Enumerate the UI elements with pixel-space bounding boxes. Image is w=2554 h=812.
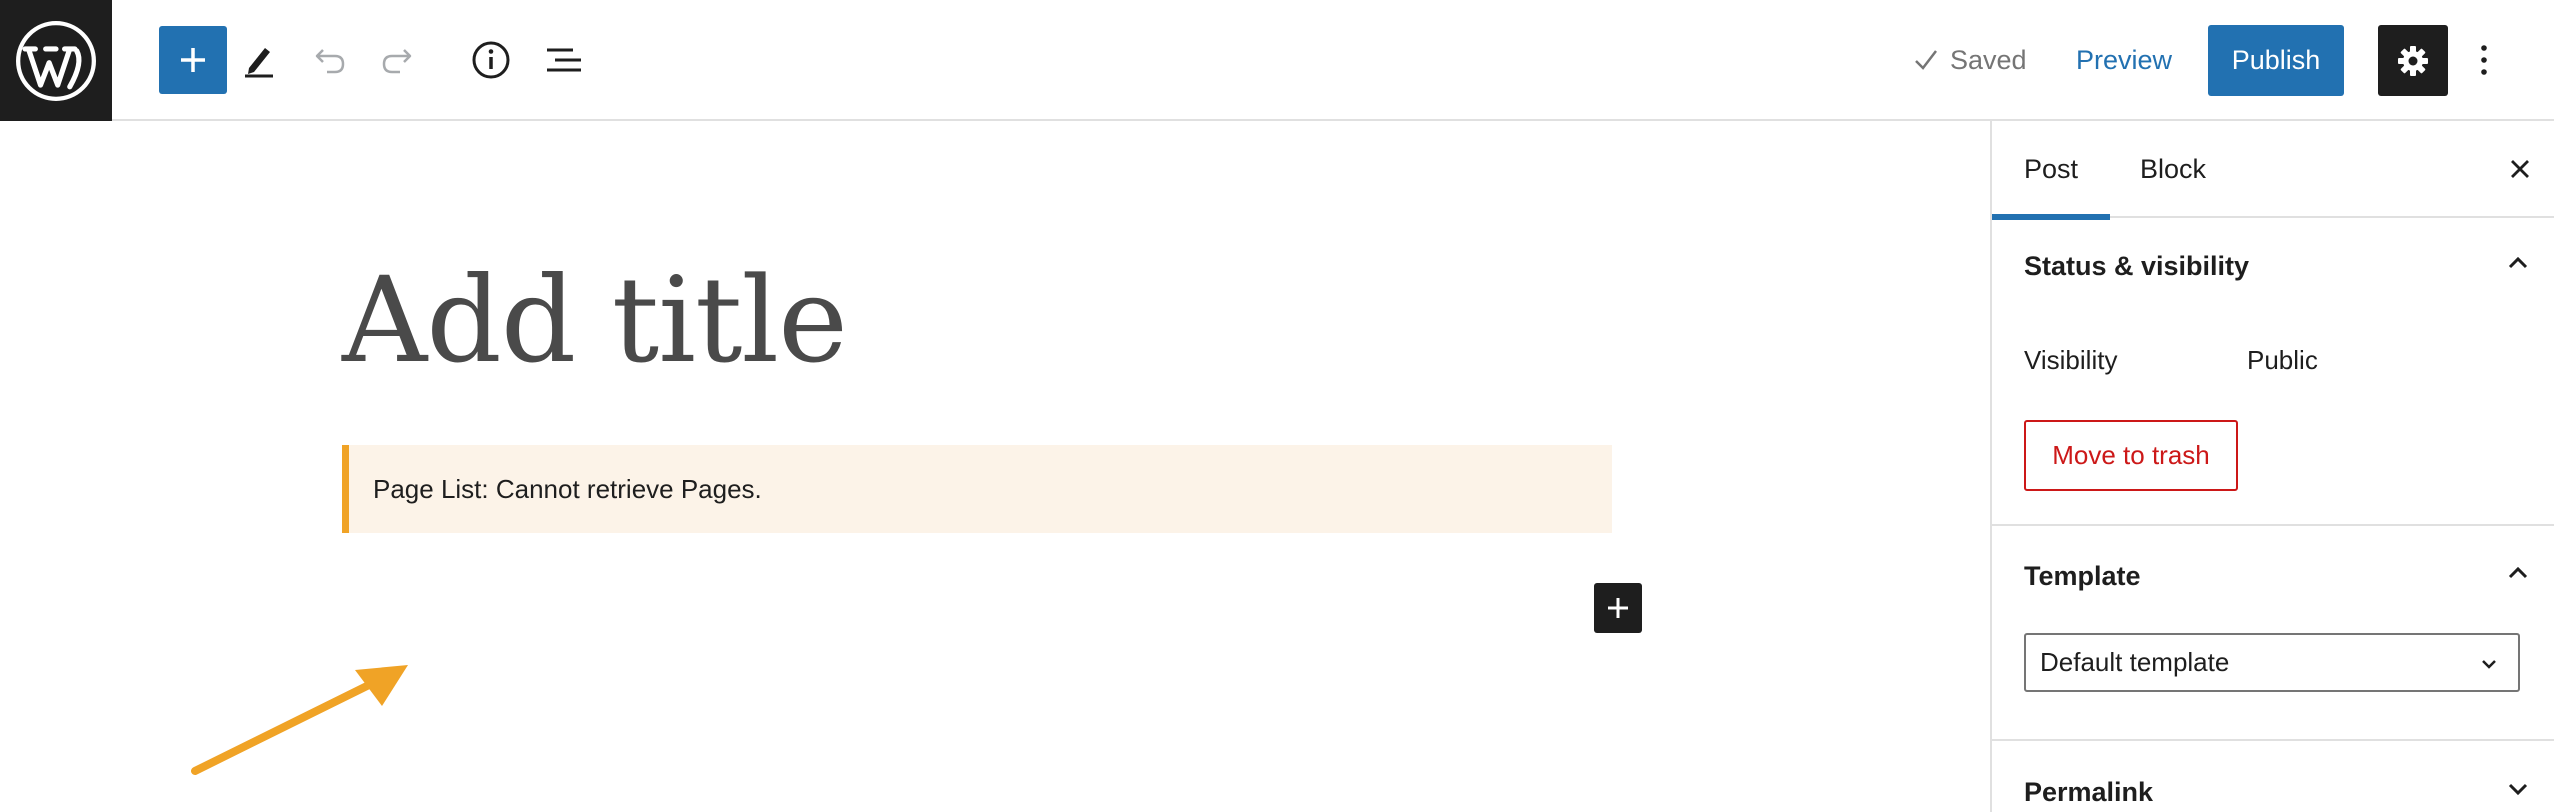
panel-divider [1992, 739, 2554, 741]
chevron-up-icon[interactable] [2504, 249, 2532, 277]
close-sidebar-button[interactable] [2502, 151, 2538, 187]
template-selected-value: Default template [2040, 647, 2230, 677]
tab-block[interactable]: Block [2140, 121, 2206, 218]
more-vertical-icon [2481, 45, 2487, 75]
saved-label: Saved [1950, 44, 2027, 75]
tab-post[interactable]: Post [1992, 121, 2110, 220]
chevron-up-icon[interactable] [2504, 559, 2532, 587]
page-list-warning-block[interactable]: Page List: Cannot retrieve Pages. [342, 445, 1612, 533]
redo-button[interactable] [364, 26, 432, 94]
list-view-icon [547, 48, 581, 72]
block-inserter-button[interactable] [159, 26, 227, 94]
permalink-toggle[interactable]: Permalink [2024, 777, 2153, 808]
editor-header: Saved Preview Publish [0, 0, 2554, 121]
tools-button[interactable] [225, 26, 293, 94]
panel-divider [1992, 524, 2554, 526]
check-icon [1915, 50, 1937, 70]
close-icon [2511, 160, 2529, 178]
plus-icon [181, 48, 205, 72]
sidebar-tabs: Post Block [1992, 121, 2554, 220]
chevron-down-icon [2482, 660, 2496, 669]
plus-icon [1608, 598, 1628, 618]
gear-icon [2398, 45, 2428, 76]
template-toggle[interactable]: Template [2024, 561, 2141, 592]
undo-button[interactable] [295, 26, 363, 94]
details-button[interactable] [457, 26, 525, 94]
status-visibility-toggle[interactable]: Status & visibility [2024, 251, 2249, 282]
editor-canvas: Add title Page List: Cannot retrieve Pag… [0, 121, 1990, 812]
move-to-trash-button[interactable]: Move to trash [2024, 420, 2238, 491]
list-view-button[interactable] [530, 26, 598, 94]
visibility-value[interactable]: Public [2247, 345, 2318, 376]
add-block-button[interactable] [1594, 583, 1642, 633]
undo-icon [315, 49, 345, 74]
pencil-icon [245, 48, 273, 78]
info-icon [472, 41, 510, 79]
wordpress-logo[interactable] [0, 0, 112, 121]
saved-indicator: Saved [1912, 40, 2027, 80]
more-options-button[interactable] [2468, 26, 2500, 94]
redo-icon [382, 49, 412, 74]
settings-button[interactable] [2378, 25, 2448, 96]
warning-text: Page List: Cannot retrieve Pages. [373, 473, 762, 504]
wordpress-icon [16, 20, 96, 101]
template-select[interactable]: Default template [2024, 633, 2520, 692]
preview-button[interactable]: Preview [2076, 26, 2172, 94]
visibility-label: Visibility [2024, 345, 2118, 375]
chevron-down-icon[interactable] [2504, 775, 2532, 803]
annotation-arrow-icon [191, 665, 408, 775]
settings-sidebar: Post Block Status & visibility Visibilit… [1990, 121, 2554, 812]
publish-button[interactable]: Publish [2208, 25, 2344, 96]
post-title-input[interactable]: Add title [342, 251, 848, 389]
